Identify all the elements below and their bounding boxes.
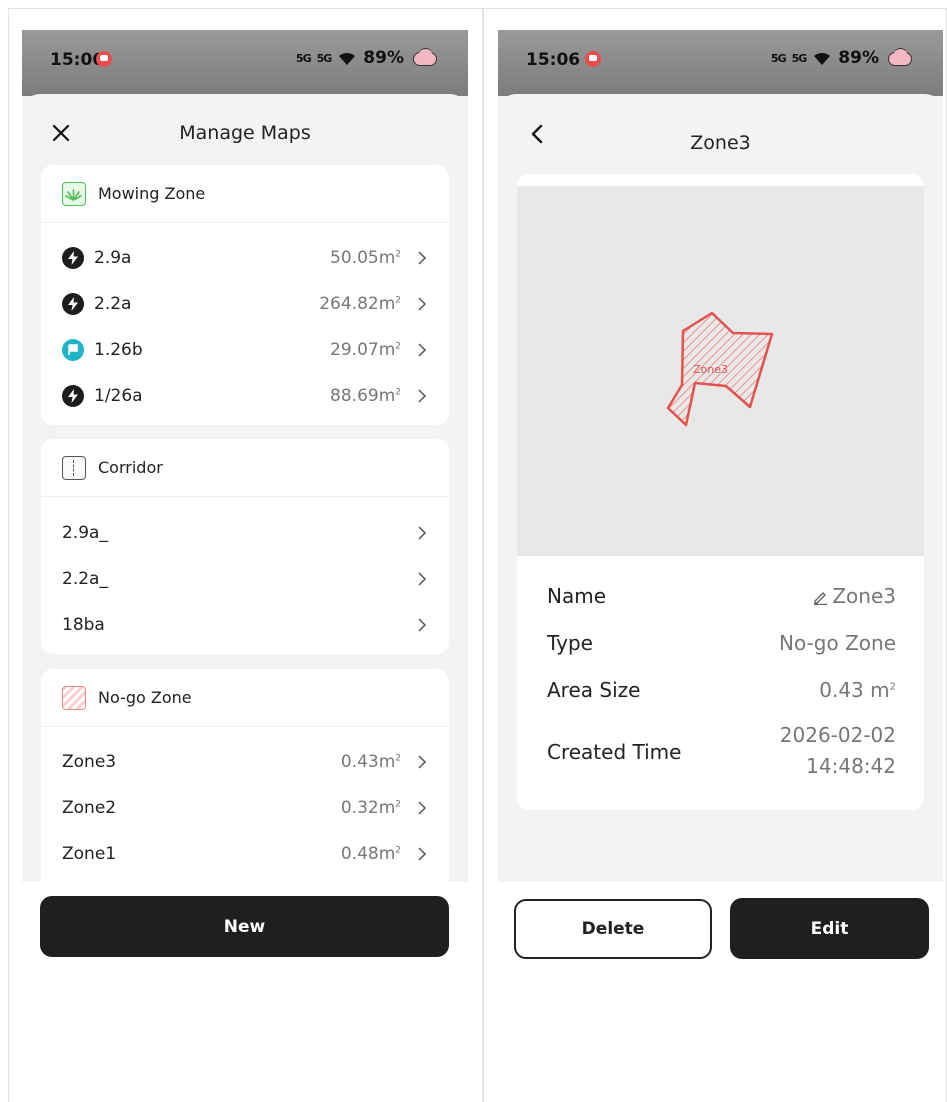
corridor-icon (62, 455, 86, 480)
battery-icon (885, 48, 915, 68)
chevron-right-icon (418, 801, 427, 815)
nogo-zone-header: No-go Zone (41, 669, 449, 727)
area-value: 0.43 m2 (819, 678, 896, 702)
nogo-zone-label: No-go Zone (98, 688, 192, 707)
nogo-zone-area: 0.43m2 (340, 752, 401, 772)
mowing-zone-name: 1/26a (94, 386, 143, 406)
lightning-icon (62, 385, 84, 407)
chevron-right-icon (418, 526, 427, 540)
name-row: Name Zone3 (547, 584, 896, 608)
corridor-header: Corridor (41, 439, 449, 497)
battery-icon (410, 48, 440, 68)
bottom-sheet: Manage Maps Mowing Zone 2.9a 50.05m2 2.2… (22, 94, 468, 882)
nogo-zone-area: 0.32m2 (340, 798, 401, 818)
created-label: Created Time (547, 740, 682, 764)
lightning-icon (62, 247, 84, 269)
edit-button[interactable]: Edit (730, 898, 929, 959)
chevron-right-icon (418, 755, 427, 769)
name-label: Name (547, 584, 607, 608)
wifi-icon (339, 52, 356, 65)
mowing-zone-area: 88.69m2 (330, 386, 401, 406)
chevron-right-icon (418, 297, 427, 311)
chevron-right-icon (418, 389, 427, 403)
type-value: No-go Zone (779, 631, 896, 655)
zone-map[interactable]: Zone3 (517, 186, 924, 556)
mowing-zone-item[interactable]: 1/26a 88.69m2 (41, 373, 449, 419)
area-row: Area Size 0.43 m2 (547, 678, 896, 702)
zone-shape: Zone3 (666, 311, 774, 427)
corridor-name: 2.9a_ (62, 523, 108, 543)
bottom-sheet: Zone3 Zone3 Name Zone3 Type No-go Zone A… (498, 94, 943, 882)
chevron-right-icon (418, 847, 427, 861)
mowing-zone-name: 2.2a (94, 294, 132, 314)
mowing-zone-area: 29.07m2 (330, 340, 401, 360)
signal-icon: 5G (770, 51, 787, 65)
name-value: Zone3 (832, 584, 896, 608)
status-indicators: 5G 5G 89% (771, 48, 915, 68)
mowing-zone-header: Mowing Zone (41, 165, 449, 223)
status-indicators: 5G 5G 89% (296, 48, 440, 68)
status-bar: 15:06 5G 5G 89% (498, 30, 943, 96)
nogo-zone-name: Zone3 (62, 752, 117, 772)
battery-percent: 89% (838, 48, 879, 68)
type-label: Type (547, 631, 593, 655)
signal-icon: 5G (316, 51, 333, 65)
nogo-zone-item[interactable]: Zone2 0.32m2 (41, 785, 449, 831)
zone-map-label: Zone3 (693, 363, 728, 376)
status-bar: 15:06 5G 5G 89% (22, 30, 468, 96)
type-row: Type No-go Zone (547, 631, 896, 655)
nogo-zone-name: Zone2 (62, 798, 117, 818)
mowing-zone-name: 1.26b (94, 340, 143, 360)
mowing-zone-item[interactable]: 2.9a 50.05m2 (41, 235, 449, 281)
status-time: 15:06 (526, 50, 581, 70)
corridor-name: 18ba (62, 615, 105, 635)
header: Manage Maps (22, 94, 468, 172)
chevron-right-icon (418, 343, 427, 357)
grass-icon (62, 181, 86, 206)
corridor-item[interactable]: 2.9a_ (41, 510, 449, 556)
created-row: Created Time 2026-02-02 14:48:42 (547, 720, 896, 780)
page-title: Zone3 (690, 132, 751, 154)
mowing-zone-label: Mowing Zone (98, 184, 206, 203)
notification-app-icon (585, 51, 601, 67)
flag-icon (62, 339, 84, 361)
signal-icon: 5G (791, 51, 808, 65)
nogo-zone-item[interactable]: Zone3 0.43m2 (41, 739, 449, 785)
delete-button[interactable]: Delete (514, 899, 712, 959)
chevron-right-icon (418, 251, 427, 265)
zone-detail-screen: 15:06 5G 5G 89% Zone3 Zone3 Name Zone3 T… (498, 30, 943, 882)
nogo-zone-name: Zone1 (62, 844, 117, 864)
edit-pencil-icon[interactable] (812, 589, 828, 606)
nogo-zone-area: 0.48m2 (340, 844, 401, 864)
created-value: 2026-02-02 14:48:42 (779, 723, 896, 778)
nogo-zone-icon (62, 685, 86, 710)
corridor-card: Corridor 2.9a_ 2.2a_ 18ba (41, 439, 449, 654)
corridor-item[interactable]: 2.2a_ (41, 556, 449, 602)
mowing-zone-area: 50.05m2 (330, 248, 401, 268)
page-title: Manage Maps (179, 122, 311, 144)
corridor-item[interactable]: 18ba (41, 602, 449, 648)
mowing-zone-item[interactable]: 1.26b 29.07m2 (41, 327, 449, 373)
battery-percent: 89% (363, 48, 404, 68)
lightning-icon (62, 293, 84, 315)
chevron-right-icon (418, 572, 427, 586)
mowing-zone-name: 2.9a (94, 248, 132, 268)
signal-icon: 5G (295, 51, 312, 65)
header: Zone3 (498, 94, 943, 172)
area-label: Area Size (547, 678, 641, 702)
manage-maps-screen: 15:06 5G 5G 89% Manage Maps Mowing Zone (22, 30, 468, 882)
corridor-label: Corridor (98, 458, 163, 477)
nogo-zone-card: No-go Zone Zone3 0.43m2 Zone2 0.32m2 Zon… (41, 669, 449, 882)
zone-detail-card: Zone3 Name Zone3 Type No-go Zone Area Si… (517, 174, 924, 810)
name-value-group[interactable]: Zone3 (812, 584, 896, 608)
corridor-name: 2.2a_ (62, 569, 108, 589)
nogo-zone-item[interactable]: Zone1 0.48m2 (41, 831, 449, 877)
wifi-icon (814, 52, 831, 65)
chevron-right-icon (418, 618, 427, 632)
mowing-zone-item[interactable]: 2.2a 264.82m2 (41, 281, 449, 327)
new-button[interactable]: New (40, 896, 449, 957)
mowing-zone-area: 264.82m2 (319, 294, 401, 314)
mowing-zone-card: Mowing Zone 2.9a 50.05m2 2.2a 264.82m2 1… (41, 165, 449, 425)
notification-app-icon (96, 51, 112, 67)
